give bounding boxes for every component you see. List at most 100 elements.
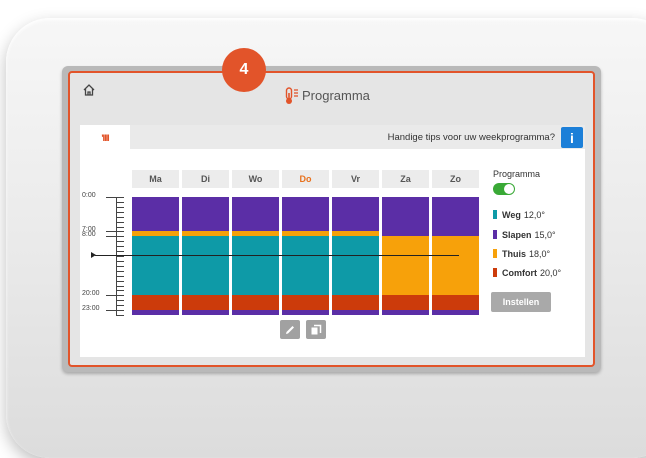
hour-tick	[116, 197, 124, 198]
step-badge: 4	[222, 48, 266, 92]
current-time-line	[95, 255, 459, 256]
thermometer-icon	[285, 87, 298, 104]
programma-label: Programma	[493, 169, 541, 179]
legend-swatch	[493, 268, 497, 277]
day-header[interactable]: Zo	[432, 170, 479, 188]
legend-item-thuis[interactable]: Thuis 18,0°	[493, 249, 550, 259]
schedule-block-comfort[interactable]	[332, 295, 379, 311]
schedule-block-slapen[interactable]	[132, 197, 179, 232]
hour-tick	[116, 256, 124, 257]
day-schedule-column[interactable]	[332, 197, 379, 315]
schedule-block-slapen[interactable]	[432, 310, 479, 315]
day-schedule-column[interactable]	[382, 197, 429, 315]
day-header[interactable]: Do	[282, 170, 329, 188]
hour-tick	[116, 315, 124, 316]
legend-temp: 20,0°	[540, 268, 562, 278]
hour-tick	[116, 201, 124, 203]
schedule-block-slapen[interactable]	[332, 310, 379, 315]
schedule-block-slapen[interactable]	[332, 197, 379, 232]
hour-tick	[116, 300, 124, 302]
schedule-block-slapen[interactable]	[232, 310, 279, 315]
hour-tick	[116, 216, 124, 218]
home-icon[interactable]	[82, 83, 96, 97]
hour-tick	[116, 280, 124, 282]
hour-tick	[116, 251, 124, 253]
hour-tick	[116, 285, 124, 287]
hour-tick	[116, 226, 124, 228]
schedule-block-slapen[interactable]	[132, 310, 179, 315]
day-header[interactable]: Ma	[132, 170, 179, 188]
legend-temp: 15,0°	[534, 230, 556, 240]
schedule-block-comfort[interactable]	[182, 295, 229, 311]
schedule-block-slapen[interactable]	[232, 197, 279, 232]
edit-button[interactable]	[280, 320, 300, 339]
radiator-icon: 'IIII	[101, 133, 109, 143]
legend-temp: 12,0°	[523, 210, 545, 220]
hour-tick	[116, 275, 124, 277]
day-header[interactable]: Za	[382, 170, 429, 188]
schedule-block-slapen[interactable]	[182, 310, 229, 315]
programma-toggle[interactable]	[493, 183, 515, 195]
copy-button[interactable]	[306, 320, 326, 339]
schedule-block-comfort[interactable]	[432, 295, 479, 311]
day-schedule-column[interactable]	[182, 197, 229, 315]
day-header[interactable]: Wo	[232, 170, 279, 188]
schedule-block-weg[interactable]	[282, 236, 329, 296]
program-panel: 'IIII Handige tips voor uw weekprogramma…	[80, 125, 585, 357]
hour-tick	[116, 221, 124, 223]
day-header[interactable]: Vr	[332, 170, 379, 188]
hour-tick	[116, 270, 124, 272]
day-schedule-column[interactable]	[132, 197, 179, 315]
axis-line	[116, 197, 117, 315]
schedule-block-weg[interactable]	[132, 236, 179, 296]
copy-icon	[311, 324, 322, 334]
day-header[interactable]: Di	[182, 170, 229, 188]
hour-tick	[116, 310, 124, 312]
time-tick	[106, 231, 116, 233]
schedule-block-weg[interactable]	[232, 236, 279, 296]
schedule-block-thuis[interactable]	[432, 236, 479, 296]
legend-temp: 18,0°	[529, 249, 551, 259]
legend-item-weg[interactable]: Weg 12,0°	[493, 210, 545, 220]
legend-swatch	[493, 249, 497, 258]
info-icon[interactable]: i	[561, 127, 583, 148]
toggle-knob	[504, 184, 514, 194]
legend-item-slapen[interactable]: Slapen 15,0°	[493, 230, 556, 240]
schedule-block-weg[interactable]	[182, 236, 229, 296]
schedule-block-weg[interactable]	[332, 236, 379, 296]
time-label: 20:00	[82, 290, 100, 298]
day-schedule-column[interactable]	[282, 197, 329, 315]
time-tick	[106, 236, 116, 238]
legend-name: Slapen	[502, 230, 532, 240]
legend-item-comfort[interactable]: Comfort 20,0°	[493, 268, 561, 278]
schedule-block-comfort[interactable]	[232, 295, 279, 311]
hour-tick	[116, 231, 124, 233]
hour-tick	[116, 206, 124, 208]
time-tick	[106, 295, 116, 297]
time-label: 0:00	[82, 192, 96, 199]
instellen-button[interactable]: Instellen	[491, 292, 551, 312]
tips-link[interactable]: Handige tips voor uw weekprogramma?	[388, 132, 555, 143]
schedule-block-slapen[interactable]	[432, 197, 479, 237]
time-tick	[106, 310, 116, 312]
tab-radiator[interactable]: 'IIII	[80, 125, 130, 151]
day-schedule-column[interactable]	[232, 197, 279, 315]
schedule-block-comfort[interactable]	[132, 295, 179, 311]
legend-name: Thuis	[502, 249, 526, 259]
hour-tick	[116, 246, 124, 248]
current-time-marker	[91, 252, 96, 258]
time-label: 8:00	[82, 231, 96, 239]
legend-swatch	[493, 210, 497, 219]
schedule-block-slapen[interactable]	[282, 310, 329, 315]
schedule-block-comfort[interactable]	[382, 295, 429, 311]
time-label: 23:00	[82, 305, 100, 313]
schedule-block-slapen[interactable]	[182, 197, 229, 232]
schedule-block-slapen[interactable]	[282, 197, 329, 232]
schedule-block-thuis[interactable]	[382, 236, 429, 296]
hour-tick	[116, 241, 124, 243]
schedule-block-slapen[interactable]	[382, 310, 429, 315]
schedule-block-comfort[interactable]	[282, 295, 329, 311]
day-schedule-column[interactable]	[432, 197, 479, 315]
schedule-block-slapen[interactable]	[382, 197, 429, 237]
hour-tick	[116, 236, 124, 238]
